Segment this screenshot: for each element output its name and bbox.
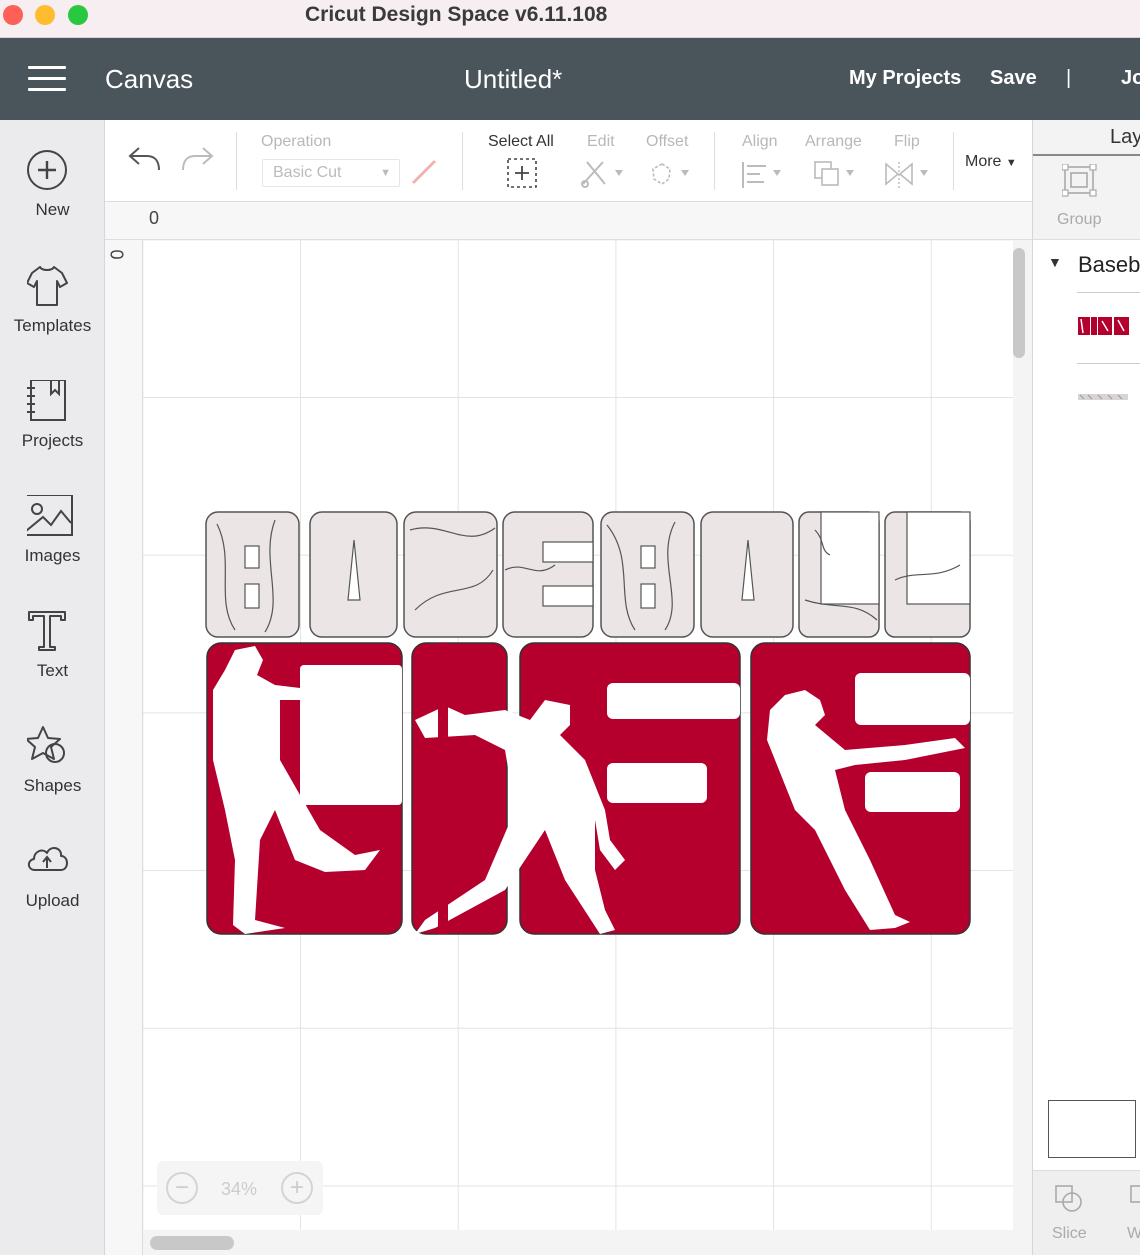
sidebar-item-shapes[interactable]: Shapes bbox=[0, 725, 105, 830]
layer-row-life[interactable] bbox=[1077, 293, 1140, 363]
my-projects-button[interactable]: My Projects bbox=[849, 67, 961, 90]
group-button[interactable]: Group bbox=[1033, 156, 1140, 240]
operation-value: Basic Cut bbox=[273, 164, 342, 181]
window-title: Cricut Design Space v6.11.108 bbox=[305, 3, 608, 26]
ruler-left: 0 bbox=[105, 240, 143, 1255]
group-label: Group bbox=[1057, 211, 1102, 228]
toolbar-divider bbox=[462, 132, 463, 190]
notebook-icon bbox=[27, 380, 66, 421]
more-label: More bbox=[965, 153, 1002, 170]
operation-label: Operation bbox=[261, 133, 332, 150]
sidebar-item-text[interactable]: Text bbox=[0, 610, 105, 715]
group-icon bbox=[1062, 164, 1097, 197]
section-title: Canvas bbox=[105, 64, 194, 94]
layer-group-row[interactable]: ▼ Baseball bbox=[1033, 240, 1140, 292]
document-title[interactable]: Untitled* bbox=[464, 64, 562, 95]
image-icon bbox=[27, 495, 73, 536]
weld-icon[interactable] bbox=[1129, 1183, 1140, 1215]
layer-row-baseball[interactable] bbox=[1077, 364, 1140, 434]
sidebar-item-label: Shapes bbox=[23, 776, 82, 795]
layer-thumbnail-baseball bbox=[1078, 394, 1128, 400]
redo-icon[interactable] bbox=[179, 144, 215, 174]
sidebar-item-label: Templates bbox=[13, 316, 92, 335]
horizontal-scroll-thumb[interactable] bbox=[150, 1236, 234, 1250]
layer-actions-bar: Slice W bbox=[1033, 1170, 1140, 1255]
zoom-level: 34% bbox=[220, 1179, 258, 1199]
edit-label[interactable]: Edit bbox=[587, 133, 615, 151]
operation-select[interactable]: Basic Cut ▼ bbox=[262, 159, 400, 187]
cloud-upload-icon bbox=[27, 847, 68, 871]
app-header: Canvas Untitled* My Projects Save | Jo bbox=[0, 38, 1140, 120]
sidebar-item-templates[interactable]: Templates bbox=[0, 265, 105, 370]
chevron-down-icon: ▼ bbox=[380, 167, 391, 179]
sidebar-item-label: Text bbox=[36, 661, 69, 680]
offset-label[interactable]: Offset bbox=[646, 133, 688, 151]
left-sidebar: New Templates Projects Images Text Shape… bbox=[0, 120, 105, 1255]
sidebar-item-upload[interactable]: Upload bbox=[0, 840, 105, 945]
sidebar-item-label: Upload bbox=[25, 891, 80, 910]
zoom-in-button[interactable]: + bbox=[281, 1172, 313, 1204]
sidebar-item-label: Projects bbox=[21, 431, 84, 450]
select-all-icon[interactable] bbox=[506, 157, 540, 191]
more-button[interactable]: More ▼ bbox=[965, 153, 1017, 171]
text-t-icon bbox=[28, 611, 66, 651]
flip-icon[interactable] bbox=[884, 160, 932, 190]
sidebar-item-projects[interactable]: Projects bbox=[0, 380, 105, 485]
make-it-button[interactable]: Jo bbox=[1121, 67, 1140, 90]
arrange-label[interactable]: Arrange bbox=[805, 133, 862, 151]
caret-down-icon: ▼ bbox=[1005, 157, 1017, 169]
slice-button[interactable]: Slice bbox=[1052, 1225, 1087, 1243]
slice-icon[interactable] bbox=[1053, 1183, 1085, 1215]
ruler-top-zero: 0 bbox=[149, 208, 160, 228]
vertical-scrollbar[interactable] bbox=[1013, 240, 1032, 1230]
layer-group-name: Baseball bbox=[1078, 252, 1140, 277]
ruler-top: 0 bbox=[105, 202, 1032, 240]
align-icon[interactable] bbox=[740, 160, 786, 190]
toolbar-divider bbox=[236, 132, 237, 190]
save-button[interactable]: Save bbox=[990, 67, 1037, 90]
undo-icon[interactable] bbox=[127, 144, 163, 174]
window-titlebar: Cricut Design Space v6.11.108 bbox=[0, 0, 1140, 38]
toolbar-divider bbox=[714, 132, 715, 190]
edit-toolbar: Operation Basic Cut ▼ Select All Edit Of… bbox=[105, 120, 1032, 202]
hamburger-menu-icon[interactable] bbox=[28, 66, 66, 92]
shapes-icon bbox=[27, 726, 65, 763]
sidebar-item-label: Images bbox=[24, 546, 81, 565]
sidebar-item-new[interactable]: New bbox=[0, 150, 105, 255]
horizontal-scrollbar[interactable] bbox=[143, 1230, 1032, 1255]
layers-tab-label: Layers bbox=[1110, 126, 1140, 148]
sidebar-item-images[interactable]: Images bbox=[0, 495, 105, 600]
arrange-icon[interactable] bbox=[813, 160, 859, 190]
flip-label[interactable]: Flip bbox=[894, 133, 920, 151]
layers-list: ▼ Baseball bbox=[1033, 240, 1140, 1208]
select-all-label[interactable]: Select All bbox=[488, 133, 554, 151]
design-canvas[interactable] bbox=[143, 240, 1013, 1230]
tshirt-icon bbox=[27, 266, 68, 306]
baseball-life-artwork[interactable] bbox=[205, 510, 973, 936]
ruler-left-zero: 0 bbox=[106, 249, 127, 260]
align-label[interactable]: Align bbox=[742, 133, 778, 151]
zoom-control: − 34% + bbox=[157, 1161, 323, 1215]
tab-layers[interactable]: Layers bbox=[1033, 120, 1140, 156]
weld-button[interactable]: W bbox=[1127, 1225, 1140, 1243]
canvas-color-swatch[interactable] bbox=[1048, 1100, 1136, 1158]
offset-icon[interactable] bbox=[648, 160, 694, 190]
toolbar-divider bbox=[953, 132, 954, 190]
chevron-down-icon[interactable]: ▼ bbox=[1048, 254, 1062, 270]
edit-scissors-icon[interactable] bbox=[579, 158, 625, 190]
plus-circle-icon bbox=[27, 150, 67, 190]
header-separator: | bbox=[1066, 67, 1072, 89]
layers-panel: Layers Group ▼ Baseball bbox=[1032, 120, 1140, 1255]
sidebar-item-label: New bbox=[35, 200, 70, 219]
color-swatch-icon[interactable] bbox=[409, 157, 439, 187]
layer-thumbnail-life bbox=[1078, 317, 1129, 335]
zoom-out-button[interactable]: − bbox=[166, 1172, 198, 1204]
vertical-scroll-thumb[interactable] bbox=[1013, 248, 1025, 358]
